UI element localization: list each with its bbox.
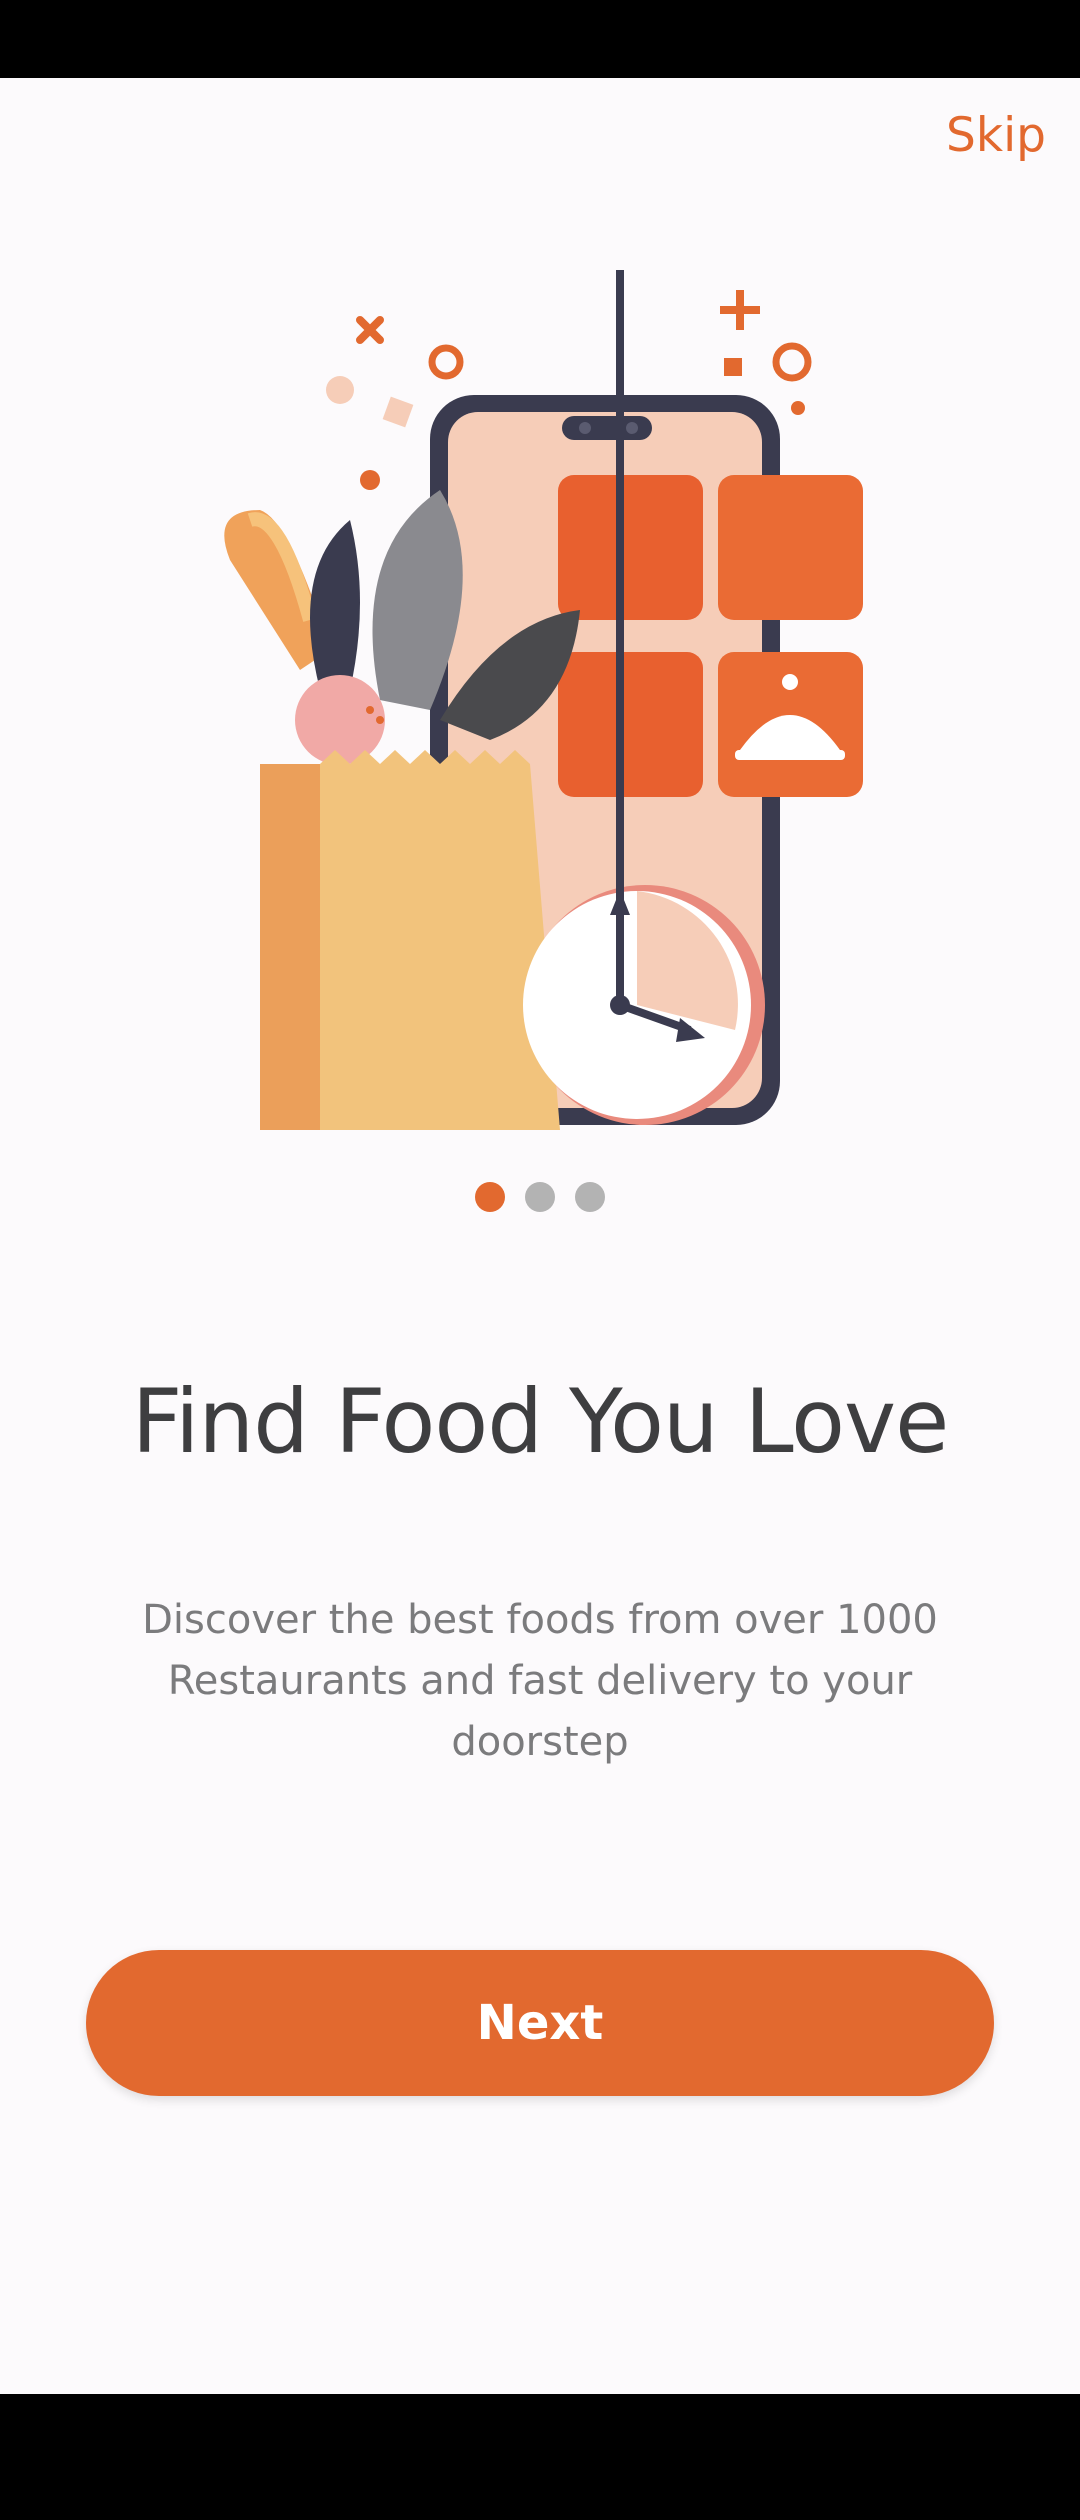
page-dot[interactable] bbox=[525, 1182, 555, 1212]
next-button[interactable]: Next bbox=[86, 1950, 994, 2096]
onboarding-illustration bbox=[200, 270, 880, 1140]
navigation-bar bbox=[0, 2394, 1080, 2520]
next-button-label: Next bbox=[476, 1995, 604, 2051]
page-dot-active[interactable] bbox=[475, 1182, 505, 1212]
onboarding-title: Find Food You Love bbox=[131, 1370, 949, 1473]
status-bar bbox=[0, 0, 1080, 78]
onboarding-description: Discover the best foods from over 1000 R… bbox=[142, 1597, 938, 1765]
page-dot[interactable] bbox=[575, 1182, 605, 1212]
page-indicator bbox=[0, 1182, 1080, 1214]
skip-button[interactable]: Skip bbox=[946, 108, 1046, 163]
